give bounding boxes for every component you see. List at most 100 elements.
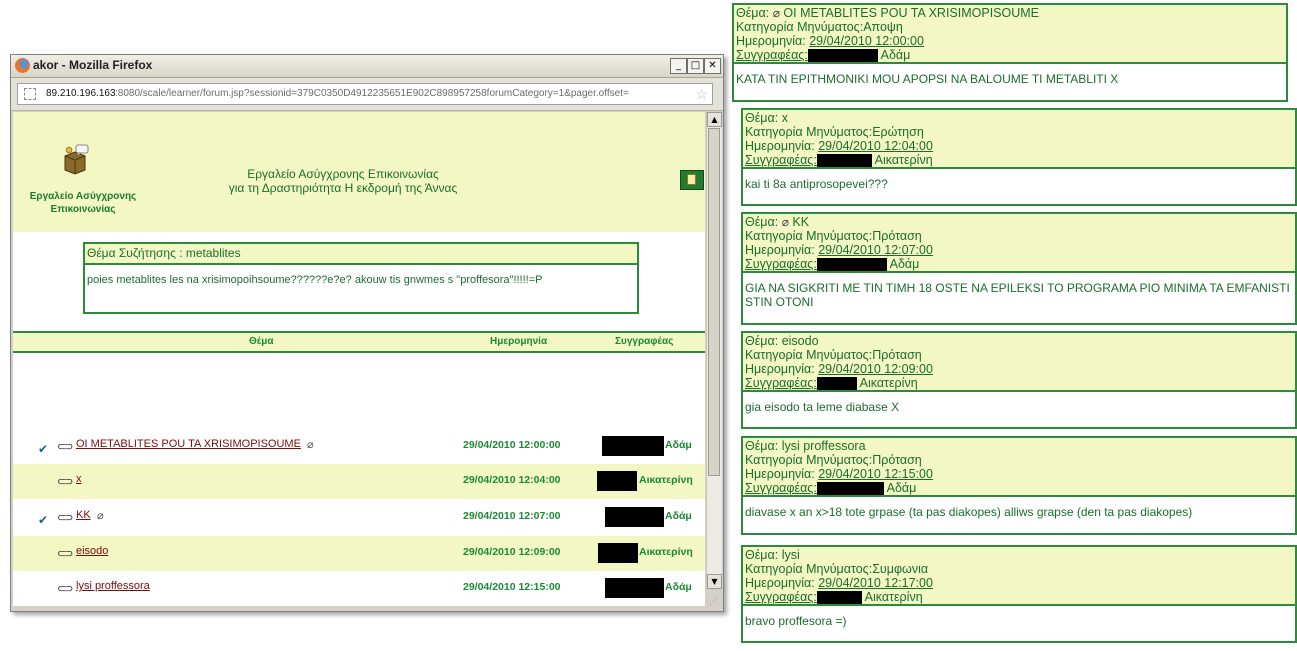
message-subject-link[interactable]: OI METABLITES POU TA XRISIMOPISOUME — [76, 438, 301, 450]
attachment-icon: ⌀ — [772, 6, 780, 20]
redacted-author-block — [816, 258, 887, 272]
redacted-author-block — [605, 578, 664, 598]
category-label: Κατηγορία Μηνύματος: — [745, 562, 873, 576]
date-value: 29/04/2010 12:09:00 — [818, 362, 933, 376]
date-label: Ημερομηνία: — [736, 34, 806, 48]
message-card: Θέμα: eisodo Κατηγορία Μηνύματος:Πρόταση Η… — [741, 331, 1297, 429]
page-header: Εργαλείο Ασύγχρονης Επικοινωνίας Εργαλεί… — [13, 112, 705, 232]
message-meta: Θέμα: x Κατηγορία Μηνύματος:Ερώτηση Ημερομ… — [743, 110, 1295, 170]
message-date: 29/04/2010 12:15:00 — [463, 581, 561, 593]
page-title-line1: Εργαλείο Ασύγχρονης Επικοινωνίας — [247, 167, 439, 181]
author-label: Συγγραφέας: — [745, 376, 817, 390]
message-author: Αδάμ — [665, 439, 692, 451]
bookmark-star-icon[interactable]: ☆ — [695, 84, 708, 104]
message-subject-link[interactable]: lysi proffessora — [76, 580, 150, 592]
message-body: kai ti 8a antiprosopevei??? — [745, 177, 888, 192]
subject-label: Θέμα: — [745, 111, 779, 125]
message-subject-link[interactable]: x — [76, 473, 82, 485]
author-line: Συγγραφέας: Αικατερίνη — [745, 376, 1293, 391]
tool-name-line2: Επικοινωνίας — [50, 204, 116, 215]
subject-label: Θέμα: — [745, 548, 779, 562]
category-value: Αποψη — [863, 20, 903, 34]
scroll-down-arrow[interactable]: ▼ — [707, 574, 722, 589]
message-author: Αικατερίνη — [639, 474, 693, 486]
subject-value: x — [781, 111, 788, 125]
subject-value: KK — [792, 215, 810, 229]
message-meta: Θέμα: eisodo Κατηγορία Μηνύματος:Πρόταση Η… — [743, 333, 1295, 393]
scroll-up-arrow[interactable]: ▲ — [707, 112, 722, 127]
message-subject-link[interactable]: eisodo — [76, 545, 108, 557]
author-label: Συγγραφέας: — [745, 153, 817, 167]
thread-link-icon: ⊂⊃ — [57, 441, 74, 453]
page-viewport: Εργαλείο Ασύγχρονης Επικοινωνίας Εργαλεί… — [13, 112, 705, 606]
close-button[interactable]: ✕ — [704, 58, 721, 74]
col-author[interactable]: Συγγραφέας — [615, 333, 673, 351]
date-value: 29/04/2010 12:15:00 — [818, 467, 933, 481]
url-bar[interactable]: 89.210.196.163 :8080/scale/learner/forum… — [17, 83, 713, 105]
category-value: Πρόταση — [872, 453, 922, 467]
category-label: Κατηγορία Μηνύματος: — [745, 125, 873, 139]
author-value: Αικατερίνη — [874, 153, 933, 167]
navigation-bar: 89.210.196.163 :8080/scale/learner/forum… — [11, 78, 723, 111]
new-message-icon[interactable] — [680, 170, 704, 190]
message-author: Αδάμ — [665, 581, 692, 593]
subject-label: Θέμα: — [736, 6, 770, 20]
date-value: 29/04/2010 12:04:00 — [818, 139, 933, 153]
col-subject[interactable]: Θέμα — [249, 333, 274, 351]
redacted-author-block — [605, 507, 664, 527]
table-header: Θέμα Ημερομηνία Συγγραφέας — [13, 331, 705, 353]
maximize-button[interactable]: □ — [687, 58, 704, 74]
thread-link-icon: ⊂⊃ — [57, 476, 74, 488]
col-date[interactable]: Ημερομηνία — [490, 333, 547, 351]
author-line: Συγγραφέας: Αδάμ — [736, 48, 1284, 63]
thread-link-icon: ⊂⊃ — [57, 548, 74, 560]
subject-value: lysi — [781, 548, 800, 562]
topic-body: poies metablites les na xrisimopoihsoume… — [87, 274, 543, 286]
category-line: Κατηγορία Μηνύματος:Ερώτηση — [745, 125, 1293, 139]
date-label: Ημερομηνία: — [745, 467, 815, 481]
message-card: Θέμα: ⌀ KK Κατηγορία Μηνύματος:Πρόταση Ημε… — [741, 212, 1297, 325]
date-value: 29/04/2010 12:17:00 — [818, 576, 933, 590]
redacted-author-block — [816, 154, 872, 168]
discussion-topic: Θέμα Συζήτησης : metablites poies metabl… — [83, 242, 639, 314]
vertical-scrollbar[interactable]: ▲ ▼ — [706, 112, 722, 589]
message-author: Αδάμ — [665, 510, 692, 522]
read-check-icon: ✔ — [38, 442, 49, 456]
redacted-author-block — [816, 482, 884, 496]
page-title-line2: για τη Δραστηριότητα Η εκδρομή της Άννας — [228, 181, 458, 195]
date-label: Ημερομηνία: — [745, 243, 815, 257]
subject-line: Θέμα: eisodo — [745, 334, 1293, 348]
author-value: Αικατερίνη — [864, 590, 923, 604]
subject-value: OI METABLITES POU TA XRISIMOPISOUME — [783, 6, 1040, 20]
subject-value: lysi proffessora — [781, 439, 866, 453]
message-body: KATA TIN EPITHMONIKI MOU APOPSI NA BALOU… — [736, 72, 1119, 87]
window-title: akor - Mozilla Firefox — [33, 58, 153, 72]
category-line: Κατηγορία Μηνύματος:Συμφωνια — [745, 562, 1293, 576]
date-label: Ημερομηνία: — [745, 362, 815, 376]
resize-grip[interactable]: ⋰ — [709, 597, 721, 609]
attachment-icon: ⌀ — [97, 510, 104, 522]
table-row: ⊂⊃ eisodo 29/04/2010 12:09:00 Αικατερίνη — [13, 536, 705, 571]
message-meta: Θέμα: ⌀ OI METABLITES POU TA XRISIMOPISO… — [734, 5, 1286, 65]
site-identity-icon[interactable] — [24, 88, 36, 100]
firefox-icon — [15, 58, 30, 73]
topic-heading: Θέμα Συζήτησης : metablites — [85, 244, 637, 265]
tool-name: Εργαλείο Ασύγχρονης Επικοινωνίας — [19, 190, 147, 216]
page-title: Εργαλείο Ασύγχρονης Επικοινωνίας για τη … — [193, 167, 493, 195]
category-label: Κατηγορία Μηνύματος: — [736, 20, 864, 34]
attachment-icon: ⌀ — [781, 215, 789, 229]
author-label: Συγγραφέας: — [736, 48, 808, 62]
message-body: gia eisodo ta leme diabase X — [745, 400, 900, 415]
scroll-thumb[interactable] — [708, 128, 720, 476]
message-author: Αικατερίνη — [639, 546, 693, 558]
date-line: Ημερομηνία: 29/04/2010 12:17:00 — [745, 576, 1293, 590]
author-value: Αδάμ — [886, 481, 917, 495]
minimize-button[interactable]: _ — [670, 58, 687, 74]
title-bar[interactable]: akor - Mozilla Firefox _ □ ✕ — [11, 55, 723, 78]
date-value: 29/04/2010 12:00:00 — [809, 34, 924, 48]
category-value: Ερώτηση — [872, 125, 924, 139]
attachment-icon: ⌀ — [307, 439, 314, 451]
message-subject-link[interactable]: KK — [76, 509, 91, 521]
subject-label: Θέμα: — [745, 439, 779, 453]
date-line: Ημερομηνία: 29/04/2010 12:04:00 — [745, 139, 1293, 153]
